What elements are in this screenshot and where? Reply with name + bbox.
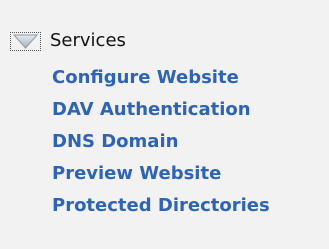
configure-website-link[interactable]: Configure Website bbox=[52, 62, 270, 94]
collapse-triangle-icon[interactable] bbox=[10, 31, 41, 51]
preview-website-link[interactable]: Preview Website bbox=[52, 158, 270, 190]
services-section-label: Services bbox=[50, 30, 126, 51]
dns-domain-link[interactable]: DNS Domain bbox=[52, 126, 270, 158]
services-link-list: Configure Website DAV Authentication DNS… bbox=[52, 62, 270, 222]
dav-authentication-link[interactable]: DAV Authentication bbox=[52, 94, 270, 126]
services-tree: Services Configure Website DAV Authentic… bbox=[0, 0, 329, 249]
services-section-header[interactable]: Services bbox=[8, 27, 126, 55]
protected-directories-link[interactable]: Protected Directories bbox=[52, 190, 270, 222]
